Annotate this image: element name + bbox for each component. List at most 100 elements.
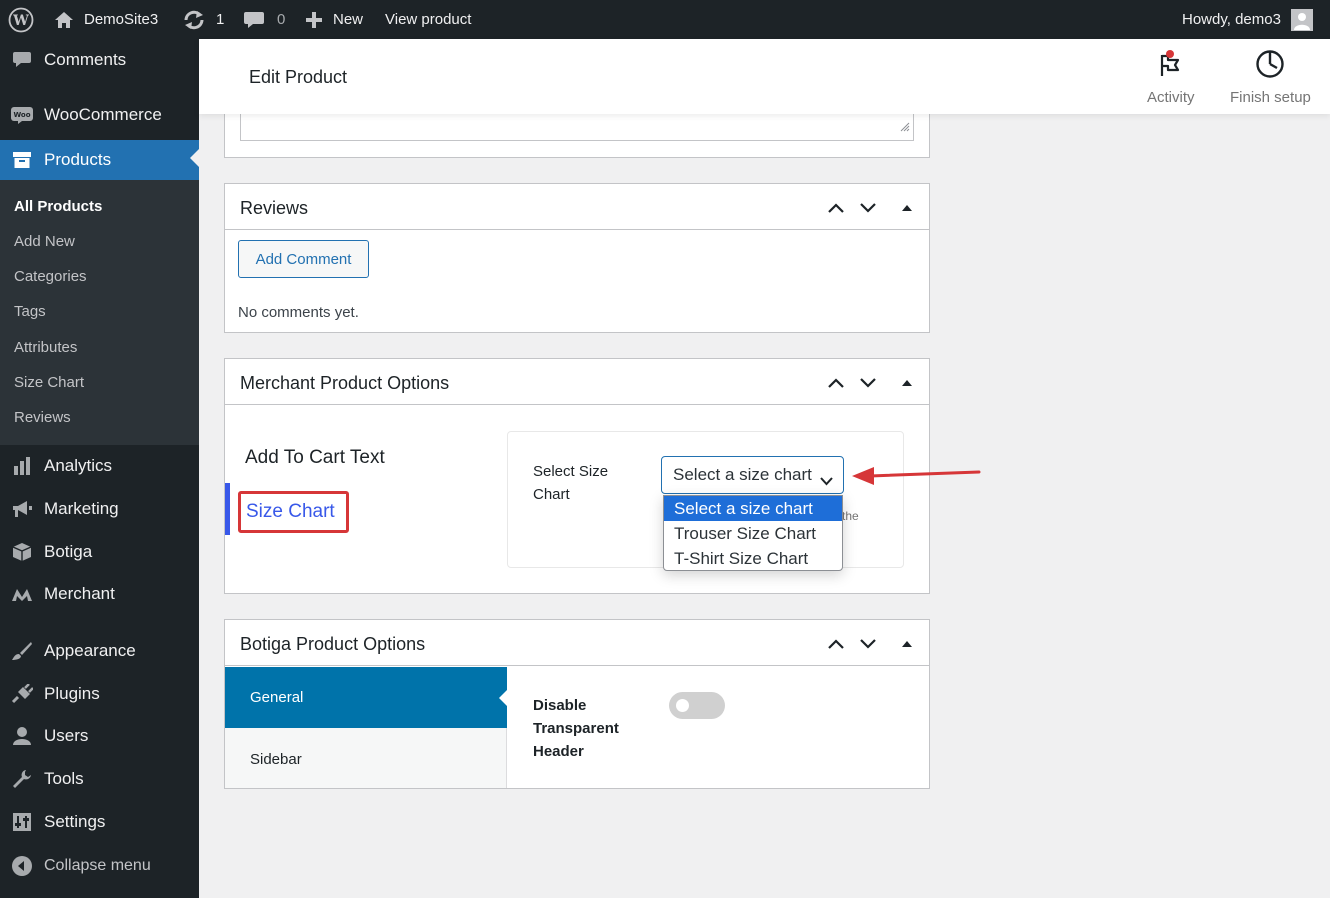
sidebar-item-appearance[interactable]: Appearance — [0, 633, 199, 669]
sidebar-item-woocommerce[interactable]: Woo WooCommerce — [0, 97, 199, 133]
paintbrush-icon — [0, 641, 44, 661]
sidebar-label: Plugins — [44, 684, 100, 703]
move-up-button[interactable] — [825, 633, 847, 655]
site-name-link[interactable]: DemoSite3 — [54, 0, 158, 39]
sidebar-item-comments[interactable]: Comments — [0, 42, 199, 78]
finish-setup-label: Finish setup — [1230, 89, 1311, 106]
wordpress-logo-icon[interactable]: W — [8, 0, 34, 39]
submenu-item-categories[interactable]: Categories — [14, 268, 87, 285]
woocommerce-icon: Woo — [0, 106, 44, 124]
sidebar-item-settings[interactable]: Settings — [0, 804, 199, 840]
sidebar-item-analytics[interactable]: Analytics — [0, 448, 199, 484]
metabox-header: Merchant Product Options — [225, 359, 929, 405]
new-content-link[interactable]: New — [305, 0, 363, 39]
avatar — [1290, 8, 1313, 31]
sidebar-label: Merchant — [44, 584, 115, 603]
finish-setup-button[interactable]: Finish setup — [1230, 49, 1311, 106]
tab-size-chart-label: Size Chart — [246, 501, 335, 522]
metabox-header: Botiga Product Options — [225, 620, 929, 666]
tab-sidebar[interactable]: Sidebar — [250, 751, 302, 768]
bar-chart-icon — [0, 456, 44, 476]
tab-size-chart[interactable]: Size Chart — [238, 491, 349, 533]
settings-sliders-icon — [0, 812, 44, 832]
archive-box-icon — [0, 151, 44, 169]
chevron-down-icon — [860, 203, 876, 213]
collapse-menu-button[interactable]: Collapse menu — [0, 848, 199, 884]
sidebar-label: Comments — [44, 50, 127, 69]
comment-icon — [0, 50, 44, 70]
submenu-item-add-new[interactable]: Add New — [14, 233, 75, 250]
updates-count: 1 — [216, 11, 225, 28]
submenu-item-all-products[interactable]: All Products — [14, 198, 102, 215]
toggle-panel-button[interactable] — [896, 372, 918, 394]
sidebar-item-merchant[interactable]: Merchant — [0, 576, 199, 612]
updates-link[interactable]: 1 — [182, 0, 224, 39]
transparent-header-toggle[interactable] — [669, 692, 725, 719]
page-header: Edit Product Activity Finish setup — [199, 39, 1330, 114]
sidebar-item-marketing[interactable]: Marketing — [0, 491, 199, 527]
resize-handle-icon[interactable] — [900, 119, 910, 137]
toggle-knob — [676, 699, 689, 712]
howdy-label: Howdy, demo3 — [1182, 11, 1281, 28]
submenu-item-attributes[interactable]: Attributes — [14, 339, 77, 356]
active-tab-pointer — [499, 689, 508, 707]
sidebar-label: Botiga — [44, 542, 93, 561]
sidebar-label: WooCommerce — [44, 105, 162, 124]
page-title: Edit Product — [249, 67, 348, 87]
progress-circle-icon — [1255, 49, 1285, 83]
submenu-item-reviews[interactable]: Reviews — [14, 409, 71, 426]
chevron-down-icon — [820, 471, 833, 491]
svg-text:W: W — [12, 13, 29, 29]
disable-transparent-header-label: Disable Transparent Header — [533, 697, 619, 760]
view-product-link[interactable]: View product — [385, 0, 471, 39]
select-value: Select a size chart — [673, 465, 812, 484]
sidebar-label: Users — [44, 726, 89, 745]
admin-bar: W DemoSite3 1 0 New View product Howdy, … — [0, 0, 1330, 39]
comments-link[interactable]: 0 — [243, 0, 285, 39]
caret-up-icon — [902, 205, 912, 211]
chevron-up-icon — [828, 378, 844, 388]
sidebar-item-plugins[interactable]: Plugins — [0, 676, 199, 712]
reviews-metabox: Reviews Add Comment No comments yet. — [224, 183, 930, 333]
submenu-item-size-chart[interactable]: Size Chart — [14, 374, 84, 391]
submenu-item-tags[interactable]: Tags — [14, 303, 46, 320]
sidebar-label: Products — [44, 150, 112, 169]
tab-general[interactable]: General — [225, 667, 508, 728]
no-comments-text: No comments yet. — [238, 304, 359, 321]
toggle-panel-button[interactable] — [896, 197, 918, 219]
chevron-up-icon — [828, 639, 844, 649]
toggle-panel-button[interactable] — [896, 633, 918, 655]
svg-text:Woo: Woo — [13, 111, 30, 119]
products-submenu: All Products Add New Categories Tags Att… — [0, 180, 199, 445]
tab-add-to-cart-text[interactable]: Add To Cart Text — [245, 447, 385, 469]
account-menu[interactable]: Howdy, demo3 — [1182, 0, 1313, 39]
option-trouser-size-chart[interactable]: Trouser Size Chart — [664, 521, 842, 546]
comment-bubble-icon — [243, 10, 265, 30]
option-select-a-size-chart[interactable]: Select a size chart — [664, 496, 842, 521]
move-down-button[interactable] — [857, 372, 879, 394]
sidebar-item-tools[interactable]: Tools — [0, 761, 199, 797]
sidebar-label: Settings — [44, 812, 106, 831]
option-tshirt-size-chart[interactable]: T-Shirt Size Chart — [664, 546, 842, 571]
caret-up-icon — [902, 641, 912, 647]
move-down-button[interactable] — [857, 633, 879, 655]
move-up-button[interactable] — [825, 197, 847, 219]
sidebar-item-botiga[interactable]: Botiga — [0, 534, 199, 570]
add-comment-button[interactable]: Add Comment — [238, 240, 369, 278]
collapse-menu-label: Collapse menu — [44, 857, 151, 874]
user-icon — [0, 726, 44, 746]
plus-icon — [305, 11, 323, 29]
sidebar-item-products[interactable]: Products — [0, 140, 199, 180]
chevron-down-icon — [860, 639, 876, 649]
sidebar-item-users[interactable]: Users — [0, 718, 199, 754]
active-tab-indicator — [225, 483, 230, 535]
size-chart-select[interactable]: Select a size chart — [661, 456, 844, 494]
activity-button[interactable]: Activity — [1147, 49, 1195, 106]
chevron-up-icon — [828, 203, 844, 213]
move-down-button[interactable] — [857, 197, 879, 219]
home-icon — [54, 11, 74, 29]
field-hint-text: the — [842, 509, 859, 523]
wrench-icon — [0, 769, 44, 789]
move-up-button[interactable] — [825, 372, 847, 394]
merchant-logo-icon — [0, 586, 44, 602]
